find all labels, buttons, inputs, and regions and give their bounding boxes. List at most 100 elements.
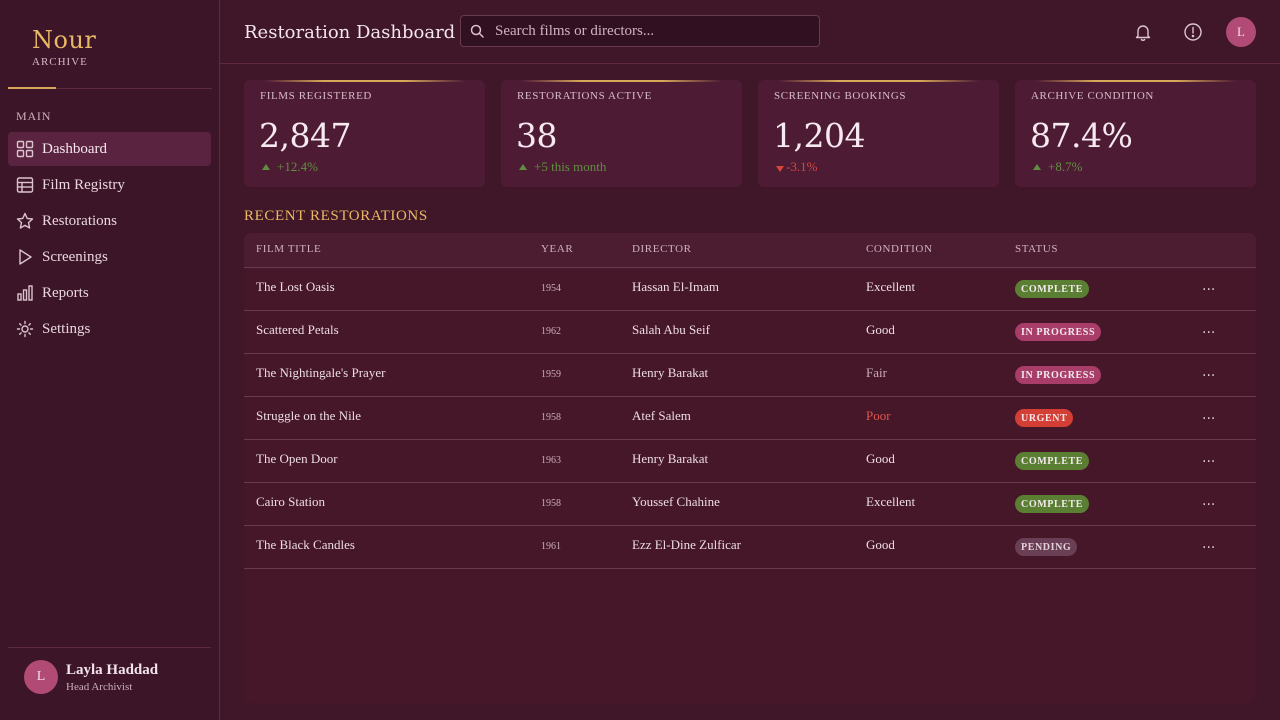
avatar: L [24,660,58,694]
more-options-icon[interactable]: ... [1202,493,1216,513]
stat-trend: -3.1% [776,159,817,175]
film-condition: Good [866,451,895,466]
table-row[interactable]: Scattered Petals 1962 Salah Abu Seif Good IN… [244,311,1256,354]
film-title[interactable]: The Nightingale's Prayer [256,365,385,381]
bell-icon[interactable] [1133,22,1153,42]
topbar: Restoration Dashboard L [220,0,1280,64]
table-row[interactable]: The Open Door 1963 Henry Barakat Good COMPLE… [244,440,1256,483]
play-icon [16,248,34,266]
more-options-icon[interactable]: ... [1202,321,1216,341]
film-title[interactable]: Scattered Petals [256,322,339,338]
sidebar-item-label: Screenings [42,248,108,265]
stat-value: 87.4% [1030,116,1133,155]
film-condition: Good [866,537,895,552]
table-row[interactable]: The Nightingale's Prayer 1959 Henry Baraka… [244,354,1256,397]
page-title: Restoration Dashboard [244,22,456,43]
film-year: 1961 [541,541,561,552]
status-badge: PENDING [1015,538,1078,556]
search-icon [469,23,485,39]
more-options-icon[interactable]: ... [1202,278,1216,298]
film-title[interactable]: The Black Candles [256,537,355,553]
film-year: 1954 [541,283,561,294]
user-profile[interactable]: L Layla Haddad Head Archivist [24,660,158,694]
stat-value: 38 [516,116,558,155]
user-name: Layla Haddad [66,661,159,678]
search-bar[interactable] [460,15,820,47]
brand-subtitle: ARCHIVE [32,56,88,68]
alert-circle-icon[interactable] [1183,22,1203,42]
film-title[interactable]: Struggle on the Nile [256,408,361,424]
table-row[interactable]: The Black Candles 1961 Ezz El-Dine Zulfica… [244,526,1256,569]
sidebar-item-film-registry[interactable]: Film Registry [8,168,211,202]
bar-chart-icon [16,284,34,302]
table-icon [16,176,34,194]
status-badge: COMPLETE [1015,280,1090,298]
table-row[interactable]: Cairo Station 1958 Youssef Chahine Excellen… [244,483,1256,526]
film-director: Atef Salem [632,408,691,423]
stat-trend-value: +5 this month [534,159,607,174]
column-header-title[interactable]: FILM TITLE [256,243,321,255]
trend-up-icon [1033,164,1041,170]
stat-value: 1,204 [773,116,865,155]
sidebar-item-settings[interactable]: Settings [8,312,211,346]
more-options-icon[interactable]: ... [1202,364,1216,384]
more-options-icon[interactable]: ... [1202,450,1216,470]
film-year: 1963 [541,455,561,466]
column-header-year[interactable]: YEAR [541,243,573,255]
stat-trend: +8.7% [1033,159,1082,175]
status-badge: IN PROGRESS [1015,323,1102,341]
sidebar-nav: Dashboard Film Registry Restorations Scr… [8,132,211,348]
stat-label: FILMS REGISTERED [260,90,372,102]
stat-card-films-registered: FILMS REGISTERED 2,847 +12.4% [244,80,485,187]
film-director: Salah Abu Seif [632,322,710,337]
column-header-status[interactable]: STATUS [1015,243,1058,255]
sidebar-item-dashboard[interactable]: Dashboard [8,132,211,166]
film-year: 1958 [541,412,561,423]
stat-label: ARCHIVE CONDITION [1031,90,1154,102]
trend-up-icon [519,164,527,170]
grid-icon [16,140,34,158]
film-director: Henry Barakat [632,451,709,466]
more-options-icon[interactable]: ... [1202,407,1216,427]
column-header-condition[interactable]: CONDITION [866,243,933,255]
status-badge: URGENT [1015,409,1074,427]
stat-card-restorations-active: RESTORATIONS ACTIVE 38 +5 this month [501,80,742,187]
header-avatar[interactable]: L [1226,17,1256,47]
nav-section-label: MAIN [16,109,52,123]
table-row[interactable]: The Lost Oasis 1954 Hassan El-Imam Excellen… [244,268,1256,311]
user-divider [8,647,211,648]
brand-logo[interactable]: Nour ARCHIVE [32,26,96,68]
status-badge: COMPLETE [1015,495,1090,513]
trend-down-icon [776,166,784,172]
sidebar-item-restorations[interactable]: Restorations [8,204,211,238]
table-row[interactable]: Struggle on the Nile 1958 Atef Salem Poor UR… [244,397,1256,440]
film-director: Henry Barakat [632,365,709,380]
sidebar-item-label: Restorations [42,212,117,229]
sidebar-item-screenings[interactable]: Screenings [8,240,211,274]
more-options-icon[interactable]: ... [1202,536,1216,556]
status-badge: COMPLETE [1015,452,1090,470]
film-condition: Excellent [866,279,916,294]
sidebar-item-label: Settings [42,320,91,337]
restorations-table: FILM TITLE YEAR DIRECTOR CONDITION STATU… [244,233,1256,703]
film-year: 1959 [541,369,561,380]
film-year: 1962 [541,326,561,337]
film-condition: Fair [866,365,887,380]
film-title[interactable]: The Lost Oasis [256,279,335,295]
sidebar-item-label: Film Registry [42,176,125,193]
sidebar-item-reports[interactable]: Reports [8,276,211,310]
film-title[interactable]: The Open Door [256,451,338,467]
film-title[interactable]: Cairo Station [256,494,325,510]
film-condition: Poor [866,408,891,423]
sidebar: Nour ARCHIVE MAIN Dashboard Film Registr… [0,0,220,720]
stat-trend-value: +12.4% [277,159,318,174]
stat-trend-value: -3.1% [786,159,818,174]
column-header-director[interactable]: DIRECTOR [632,243,692,255]
film-year: 1958 [541,498,561,509]
search-input[interactable] [495,22,815,40]
section-title: RECENT RESTORATIONS [244,208,428,224]
sun-gear-icon [16,320,34,338]
stat-trend-value: +8.7% [1048,159,1083,174]
film-director: Ezz El-Dine Zulficar [632,537,741,552]
user-role: Head Archivist [66,680,133,693]
